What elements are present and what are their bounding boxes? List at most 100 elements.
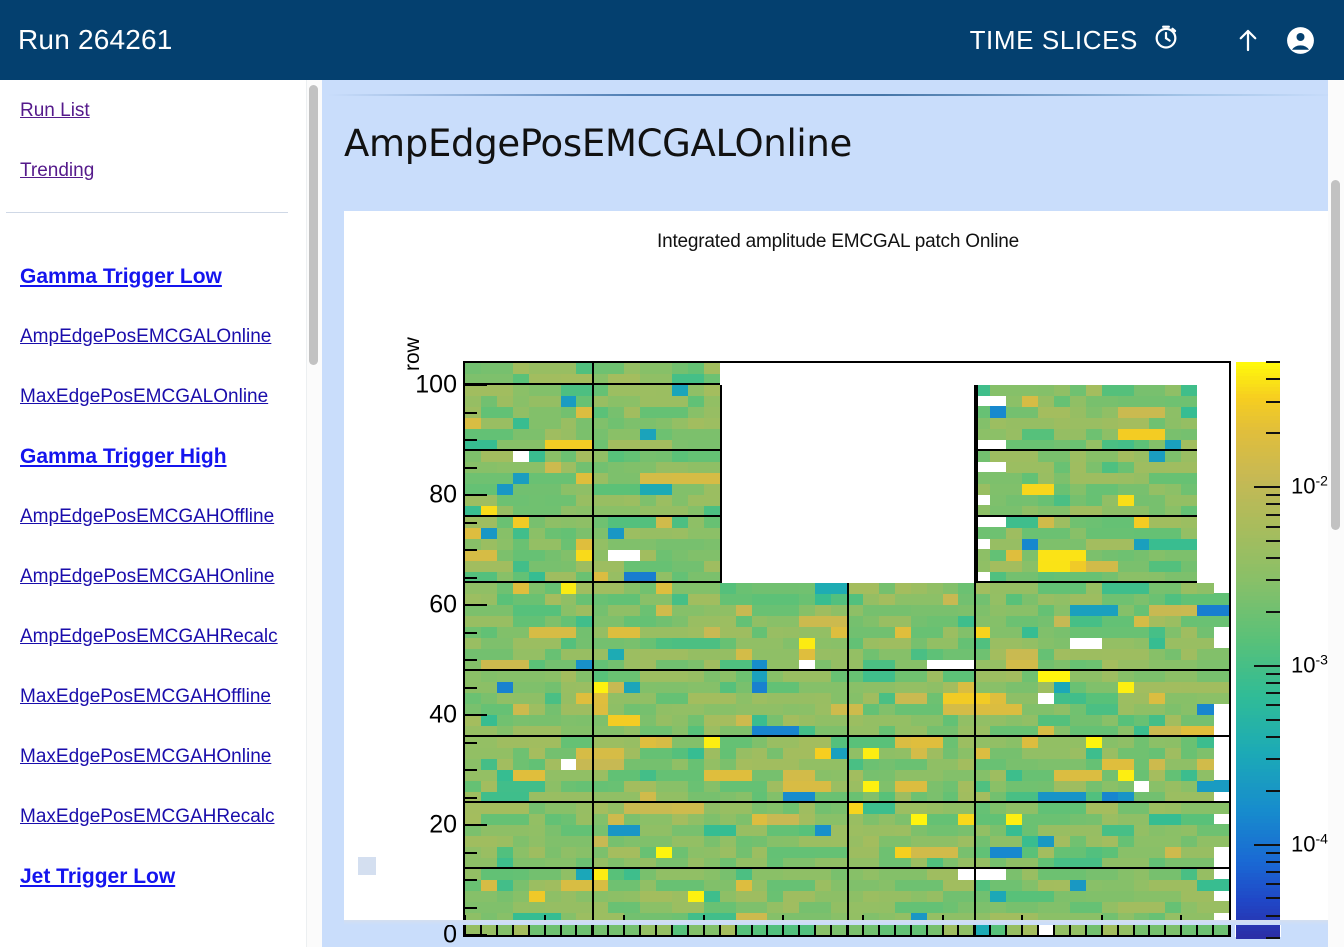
heatmap-cell	[1181, 593, 1229, 605]
heatmap-cell	[878, 615, 912, 627]
heatmap-cell	[687, 527, 721, 539]
heatmap-cell	[640, 582, 657, 594]
time-slices-button[interactable]: TIME SLICES	[970, 23, 1180, 58]
arrow-up-icon[interactable]	[1226, 18, 1270, 62]
heatmap-cell	[815, 692, 832, 704]
heatmap-cell	[703, 417, 721, 429]
x-axis-minor-tick	[655, 924, 657, 935]
sidebar-item-AmpEdgePosEMCGAHRecalc[interactable]: AmpEdgePosEMCGAHRecalc	[20, 627, 278, 646]
colorbar-tick-label: 10-3	[1291, 651, 1328, 678]
heatmap-cell	[1053, 461, 1071, 473]
heatmap-cell	[815, 637, 832, 649]
heatmap-cell	[1197, 835, 1229, 847]
heatmap-cell	[1006, 868, 1023, 880]
page-scrollbar-thumb[interactable]	[1331, 180, 1340, 530]
sidebar-heading-gamma-trigger-low[interactable]: Gamma Trigger Low	[20, 266, 222, 287]
heatmap-cell	[1149, 494, 1166, 506]
heatmap-cell	[767, 901, 784, 913]
heatmap-cell	[592, 527, 609, 539]
x-axis-tick-label: 25	[849, 943, 877, 947]
heatmap-cell	[942, 648, 991, 660]
heatmap-cell	[465, 747, 514, 759]
sidebar-item-MaxEdgePosEMCGAHRecalc[interactable]: MaxEdgePosEMCGAHRecalc	[20, 807, 274, 826]
heatmap-cell	[1085, 560, 1119, 572]
sidebar-item-MaxEdgePosEMCGALOnline[interactable]: MaxEdgePosEMCGALOnline	[20, 387, 268, 406]
heatmap-cell	[1117, 461, 1135, 473]
heatmap-cell	[1022, 549, 1039, 561]
heatmap-cell	[592, 483, 641, 495]
heatmap-cell	[831, 835, 848, 847]
heatmap-cell	[799, 582, 816, 594]
heatmap-cell	[576, 604, 593, 616]
heatmap-cell	[528, 846, 546, 858]
heatmap-cell	[465, 879, 482, 891]
account-circle-icon[interactable]	[1278, 18, 1322, 62]
heatmap-cell	[831, 802, 848, 814]
heatmap-cell	[1006, 626, 1023, 638]
sidebar[interactable]: Run List Trending Gamma Trigger Low AmpEdge…	[0, 80, 306, 947]
resize-handle[interactable]	[358, 857, 376, 875]
timer-icon[interactable]	[1152, 23, 1180, 58]
sidebar-item-AmpEdgePosEMCGALOnline[interactable]: AmpEdgePosEMCGALOnline	[20, 327, 271, 346]
sidebar-item-MaxEdgePosEMCGAHOnline[interactable]: MaxEdgePosEMCGAHOnline	[20, 747, 271, 766]
heatmap-cell	[1022, 395, 1039, 407]
heatmap-cell	[528, 560, 562, 572]
sidebar-heading-jet-trigger-low[interactable]: Jet Trigger Low	[20, 866, 175, 887]
sidebar-heading-gamma-trigger-high[interactable]: Gamma Trigger High	[20, 446, 227, 467]
heatmap-cell	[878, 780, 896, 792]
sidebar-item-MaxEdgePosEMCGAHOffline[interactable]: MaxEdgePosEMCGAHOffline	[20, 687, 271, 706]
heatmap-cell	[1085, 681, 1119, 693]
heatmap-cell	[1038, 670, 1071, 682]
heatmap-cell	[894, 769, 944, 781]
heatmap-cell	[894, 747, 912, 759]
heatmap-cell	[751, 868, 784, 880]
heatmap-cell	[576, 472, 593, 484]
heatmap-cell	[926, 824, 959, 836]
y-axis-minor-tick	[465, 906, 477, 909]
heatmap-cell	[671, 846, 689, 858]
heatmap-cell	[703, 670, 721, 682]
heatmap-cell	[1197, 824, 1229, 836]
heatmap-cell	[544, 780, 562, 792]
sidebar-item-AmpEdgePosEMCGAHOnline[interactable]: AmpEdgePosEMCGAHOnline	[20, 567, 275, 586]
x-axis-major-tick	[1021, 915, 1024, 935]
heatmap-cell	[656, 582, 673, 594]
heatmap-cell	[608, 670, 641, 682]
sidebar-link-run-list[interactable]: Run List	[20, 101, 90, 120]
x-axis-minor-tick	[814, 924, 817, 935]
heatmap-cell	[1038, 472, 1055, 484]
sidebar-scrollbar-thumb[interactable]	[309, 85, 318, 365]
heatmap-cell	[703, 747, 721, 759]
heatmap-cell	[719, 835, 737, 847]
x-axis-tick-label: 0	[458, 943, 472, 947]
x-axis-major-tick	[464, 915, 466, 935]
heatmap-plot-area[interactable]	[463, 361, 1231, 937]
heatmap-cell	[1149, 879, 1198, 891]
heatmap-cell	[608, 593, 641, 605]
heatmap-cell	[1165, 736, 1182, 748]
heatmap-cell	[1085, 549, 1103, 561]
sidebar-item-AmpEdgePosEMCGAHOffline[interactable]: AmpEdgePosEMCGAHOffline	[20, 507, 274, 526]
heatmap-cell	[512, 703, 530, 715]
heatmap-cell	[640, 593, 673, 605]
heatmap-cell	[592, 615, 625, 627]
heatmap-cell	[560, 395, 578, 407]
heatmap-cell	[862, 648, 880, 660]
heatmap-cell	[1053, 604, 1071, 616]
colorbar-minor-tick	[1266, 557, 1280, 560]
x-axis-minor-tick	[893, 924, 896, 935]
heatmap-cell	[703, 714, 737, 726]
plot-card[interactable]: Integrated amplitude EMCGAL patch Online…	[344, 211, 1332, 947]
heatmap-cell	[1149, 538, 1198, 550]
heatmap-cell	[671, 890, 689, 902]
heatmap-cell	[862, 868, 880, 880]
heatmap-cell	[847, 758, 864, 770]
heatmap-cell	[1053, 472, 1071, 484]
heatmap-cell	[862, 769, 880, 781]
heatmap-cell	[496, 483, 514, 495]
sidebar-link-trending[interactable]: Trending	[20, 161, 94, 180]
heatmap-cell	[1117, 450, 1135, 462]
heatmap-cell	[783, 868, 832, 880]
heatmap-cell	[990, 901, 1007, 913]
heatmap-cell	[496, 582, 514, 594]
